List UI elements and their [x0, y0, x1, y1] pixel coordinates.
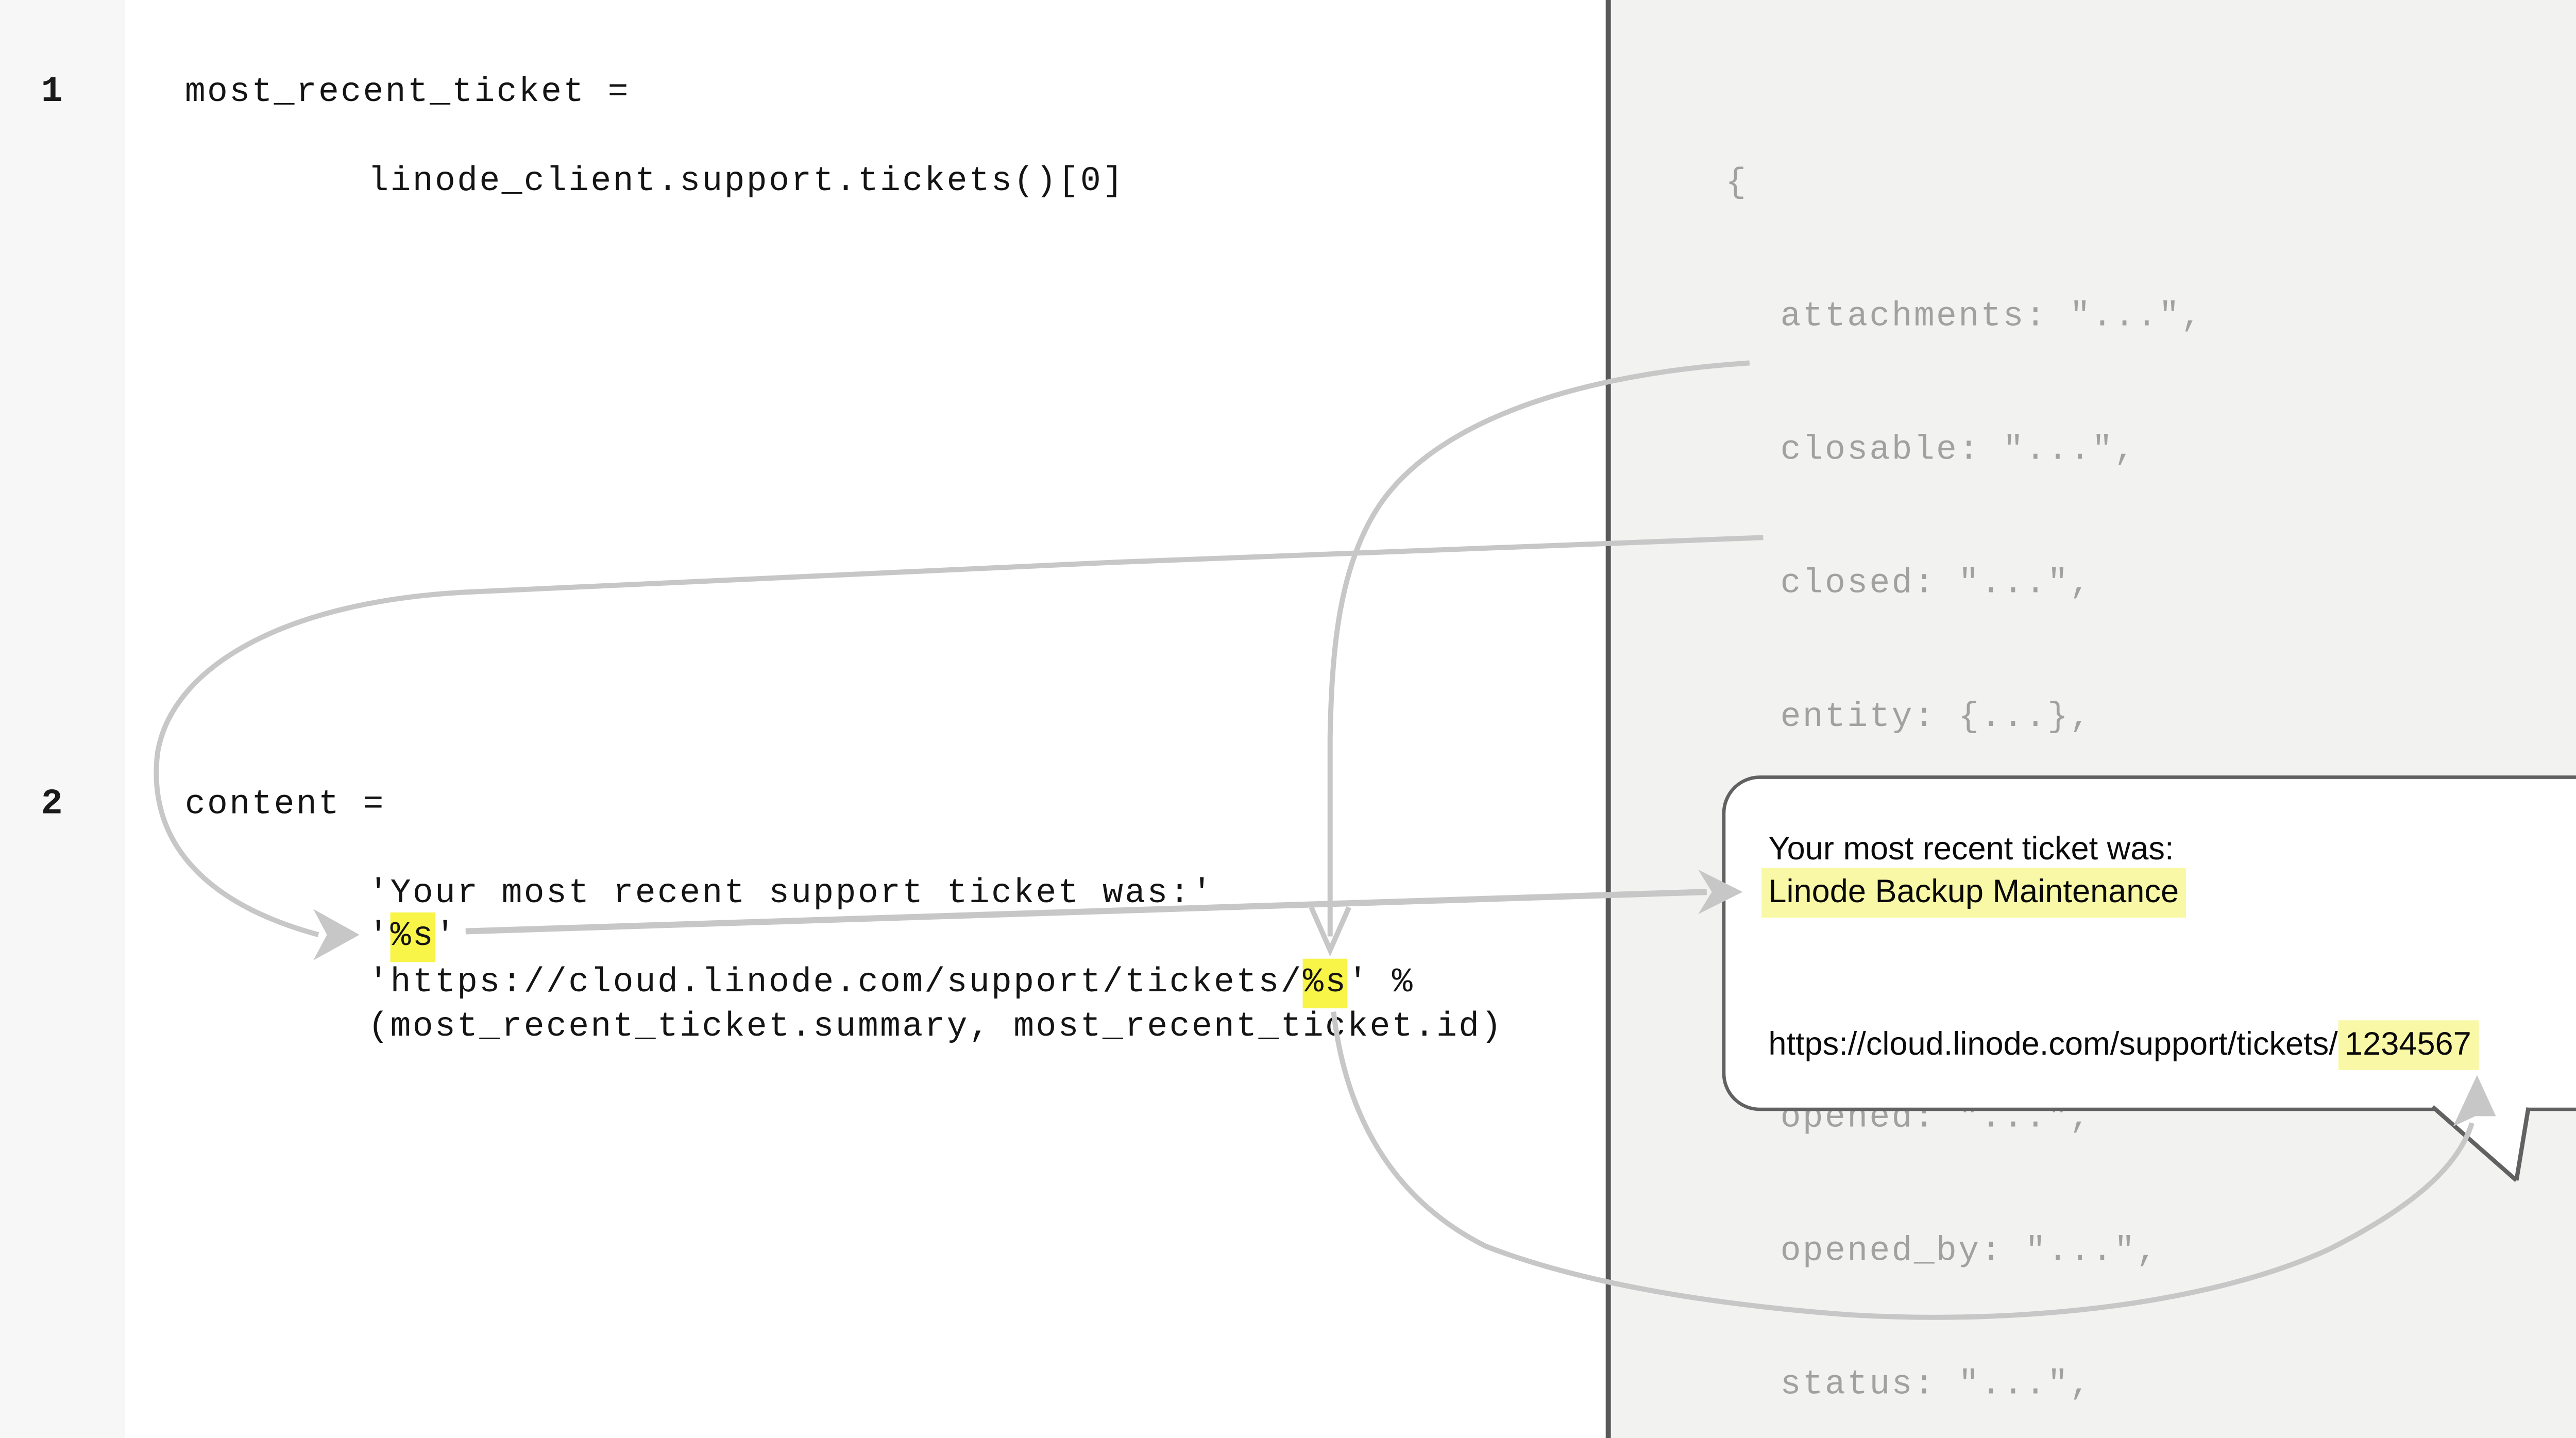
bubble-summary-highlight: Linode Backup Maintenance [1761, 868, 2185, 918]
json-row-entity: entity: {...}, [1725, 697, 2576, 741]
json-value: : "...", [1958, 431, 2137, 470]
code-line-assignment-1: most_recent_ticket = [185, 72, 630, 116]
json-key: closed [1781, 565, 1914, 604]
url-string-prefix: 'https://cloud.linode.com/support/ticket… [368, 964, 1303, 1003]
line-marker-2: 2 [41, 784, 93, 828]
diagram-canvas: 1 2 most_recent_ticket = linode_client.s… [0, 0, 2576, 1438]
quote-and-modulo: ' % [1347, 964, 1414, 1003]
json-value: : "...", [1914, 565, 2092, 604]
code-string-2: '%s' [368, 916, 457, 960]
panel-divider [1606, 0, 1612, 1438]
placeholder-s1-highlight: %s [391, 912, 435, 962]
code-string-url: 'https://cloud.linode.com/support/ticket… [368, 962, 1414, 1006]
code-line-tickets-call: linode_client.support.tickets()[0] [368, 161, 1125, 205]
json-row-opened-by: opened_by: "...", [1725, 1231, 2576, 1275]
json-key: entity [1781, 699, 1914, 738]
code-panel [0, 0, 1606, 1438]
json-value: : "...", [1914, 1366, 2092, 1406]
line-number-gutter [0, 0, 125, 1438]
json-key: attachments [1781, 298, 2025, 337]
json-key: opened_by [1781, 1232, 1981, 1272]
code-string-1: 'Your most recent support ticket was:' [368, 873, 1214, 918]
json-open-brace: { [1725, 163, 2576, 207]
placeholder-s2-highlight: %s [1303, 959, 1347, 1008]
quote: ' [435, 918, 457, 957]
ticket-json-object: { attachments: "...", closable: "...", c… [1725, 74, 2576, 1438]
json-row-closed: closed: "...", [1725, 563, 2576, 607]
json-value: : "...", [1980, 1232, 2159, 1272]
json-row-attachments: attachments: "...", [1725, 296, 2576, 341]
json-row-closable: closable: "...", [1725, 430, 2576, 474]
bubble-text-line2: Linode Backup Maintenance [1761, 875, 2185, 912]
json-key: status [1781, 1366, 1914, 1406]
bubble-url-line: https://cloud.linode.com/support/tickets… [1768, 1027, 2478, 1065]
code-format-args: (most_recent_ticket.summary, most_recent… [368, 1007, 1503, 1051]
json-row-status: status: "...", [1725, 1364, 2576, 1409]
json-key: closable [1781, 431, 1959, 470]
code-line-assignment-2: content = [185, 784, 385, 828]
json-value: : {...}, [1914, 699, 2092, 738]
line-marker-1: 1 [41, 72, 93, 116]
bubble-url-prefix: https://cloud.linode.com/support/tickets… [1768, 1027, 2337, 1063]
bubble-text-line1: Your most recent ticket was: [1768, 832, 2174, 870]
bubble-ticket-id-highlight: 1234567 [2338, 1020, 2478, 1070]
quote: ' [368, 918, 390, 957]
json-value: : "...", [2025, 298, 2204, 337]
